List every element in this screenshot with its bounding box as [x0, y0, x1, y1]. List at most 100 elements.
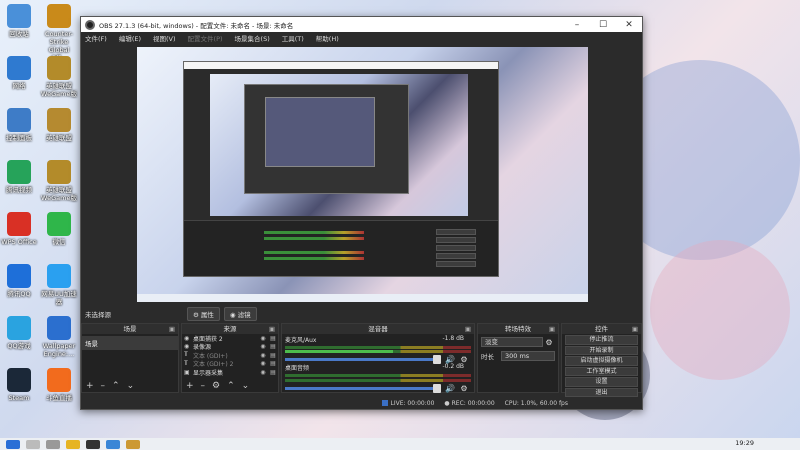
menu-file[interactable]: 文件(F) [85, 33, 107, 43]
taskview-icon[interactable] [46, 439, 60, 449]
remove-scene-button[interactable]: – [101, 381, 106, 391]
undock-icon[interactable]: ▣ [465, 324, 471, 334]
desktop-icon-label: 英雄联盟WeGame版 [41, 82, 77, 98]
source-item[interactable]: ◉ 录像源 ◉ ▤ [182, 343, 278, 351]
search-icon[interactable] [26, 439, 40, 449]
desktop-icon[interactable]: QQ游戏 [0, 316, 38, 350]
volume-slider[interactable] [285, 355, 441, 364]
desktop-icon[interactable]: 英雄联盟 [40, 108, 78, 142]
desktop-icon-label: QQ游戏 [7, 342, 31, 350]
add-source-button[interactable]: + [186, 381, 194, 391]
browser-icon[interactable] [106, 439, 120, 449]
virtual-camera-button[interactable]: 启动虚拟摄像机 [565, 356, 638, 366]
filters-button[interactable]: ◉ 滤镜 [223, 307, 257, 321]
source-type-icon: ◉ [184, 334, 190, 342]
obs-task-icon[interactable] [86, 439, 100, 449]
gear-icon[interactable]: ⚙ [457, 384, 471, 393]
scene-item[interactable]: 场景 [82, 336, 178, 350]
studio-mode-button[interactable]: 工作室模式 [565, 366, 638, 376]
desktop-icon-label: 回收站 [9, 30, 29, 38]
menu-view[interactable]: 视图(V) [153, 33, 176, 43]
preview-canvas[interactable] [137, 47, 588, 302]
move-down-button[interactable]: ⌄ [127, 381, 135, 391]
start-icon[interactable] [6, 439, 20, 449]
source-item[interactable]: ◉ 桌面捕获 2 ◉ ▤ [182, 334, 278, 343]
app-icon [47, 108, 71, 132]
undock-icon[interactable]: ▣ [169, 324, 175, 334]
undock-icon[interactable]: ▣ [269, 324, 275, 334]
visibility-eye-icon[interactable]: ◉ [258, 343, 268, 350]
visibility-eye-icon[interactable]: ◉ [258, 360, 268, 367]
lock-icon[interactable]: ▤ [268, 369, 278, 376]
desktop-icon[interactable]: 英雄联盟WeGame版 [40, 56, 78, 98]
lock-icon[interactable]: ▤ [268, 343, 278, 350]
game-icon[interactable] [126, 439, 140, 449]
visibility-eye-icon[interactable]: ◉ [258, 352, 268, 359]
sources-dock: 来源 ▣ ◉ 桌面捕获 2 ◉ ▤ ◉ 录像源 ◉ ▤ 𝐓 文本 (GDI+) ◉ ▤ 𝐓 文本 (GDI+… [181, 323, 279, 393]
desktop-icon[interactable]: Counter-Strike Global Off... [40, 4, 78, 62]
volume-slider[interactable] [285, 384, 441, 393]
taskbar-clock: 19:29 [735, 439, 754, 447]
move-up-button[interactable]: ⌃ [227, 381, 235, 391]
transition-select[interactable]: 淡变 [481, 337, 543, 347]
menu-help[interactable]: 帮助(H) [316, 33, 339, 43]
desktop-icon[interactable]: Wallpaper Engine:... [40, 316, 78, 358]
add-scene-button[interactable]: + [86, 381, 94, 391]
obs-window[interactable]: OBS 27.1.3 (64-bit, windows) - 配置文件: 未命名… [80, 16, 643, 410]
move-down-button[interactable]: ⌄ [242, 381, 250, 391]
close-button[interactable]: ✕ [616, 20, 642, 30]
desktop-icon[interactable]: 英雄联盟WeGame版 [40, 160, 78, 202]
desktop-icon[interactable]: 网易UU加速器 [40, 264, 78, 306]
lock-icon[interactable]: ▤ [268, 352, 278, 359]
source-type-icon: 𝐓 [184, 359, 188, 367]
desktop-icon-label: Wallpaper Engine:... [42, 342, 76, 358]
rec-time: REC: 00:00:00 [451, 399, 495, 407]
menu-edit[interactable]: 编辑(E) [119, 33, 141, 43]
desktop-icon[interactable]: WPS Office [0, 212, 38, 246]
menu-scene-collection[interactable]: 场景集合(S) [235, 33, 270, 43]
desktop-icon[interactable]: 腾讯视频 [0, 160, 38, 194]
source-item[interactable]: 𝐓 文本 (GDI+) 2 ◉ ▤ [182, 360, 278, 369]
gear-icon[interactable]: ⚙ [543, 338, 555, 347]
app-icon [7, 160, 31, 184]
scenes-title: 场景 [123, 325, 137, 333]
duration-input[interactable]: 300 ms [501, 351, 555, 361]
mixer-title: 混音器 [368, 325, 388, 333]
explorer-icon[interactable] [66, 439, 80, 449]
title-bar[interactable]: OBS 27.1.3 (64-bit, windows) - 配置文件: 未命名… [81, 17, 642, 32]
start-recording-button[interactable]: 开始录制 [565, 345, 638, 355]
source-name: 显示器采集 [193, 369, 224, 377]
stop-streaming-button[interactable]: 停止推流 [565, 335, 638, 345]
undock-icon[interactable]: ▣ [549, 324, 555, 334]
maximize-button[interactable]: ☐ [590, 20, 616, 30]
status-bar: LIVE: 00:00:00 ● REC: 00:00:00 CPU: 1.0%… [81, 397, 642, 409]
source-item[interactable]: ▣ 显示器采集 ◉ ▤ [182, 368, 278, 377]
desktop-icon[interactable]: 微信 [40, 212, 78, 246]
menu-tools[interactable]: 工具(T) [282, 33, 304, 43]
desktop-icon-label: 英雄联盟WeGame版 [41, 186, 77, 202]
desktop-icon[interactable]: Steam [0, 368, 38, 402]
source-item[interactable]: 𝐓 文本 (GDI+) ◉ ▤ [182, 351, 278, 360]
desktop-icon[interactable]: 回收站 [0, 4, 38, 38]
settings-button[interactable]: 设置 [565, 377, 638, 387]
exit-button[interactable]: 退出 [565, 387, 638, 397]
properties-button[interactable]: ⚙ 属性 [187, 307, 220, 321]
visibility-eye-icon[interactable]: ◉ [258, 335, 268, 342]
desktop-icon[interactable]: 控制面板 [0, 108, 38, 142]
desktop-icon-label: 腾讯QQ [7, 290, 31, 298]
menu-profile[interactable]: 配置文件(P) [188, 33, 223, 43]
speaker-icon[interactable]: 🔊 [443, 384, 457, 393]
app-icon [47, 56, 71, 80]
desktop-icon[interactable]: 网络 [0, 56, 38, 90]
move-up-button[interactable]: ⌃ [112, 381, 120, 391]
lock-icon[interactable]: ▤ [268, 360, 278, 367]
desktop-icon-label: 控制面板 [6, 134, 32, 142]
undock-icon[interactable]: ▣ [632, 324, 638, 334]
visibility-eye-icon[interactable]: ◉ [258, 369, 268, 376]
desktop-icon[interactable]: 斗鱼直播 [40, 368, 78, 402]
remove-source-button[interactable]: – [201, 381, 206, 391]
minimize-button[interactable]: – [564, 20, 590, 30]
lock-icon[interactable]: ▤ [268, 335, 278, 342]
desktop-icon[interactable]: 腾讯QQ [0, 264, 38, 298]
source-settings-button[interactable]: ⚙ [212, 381, 220, 391]
